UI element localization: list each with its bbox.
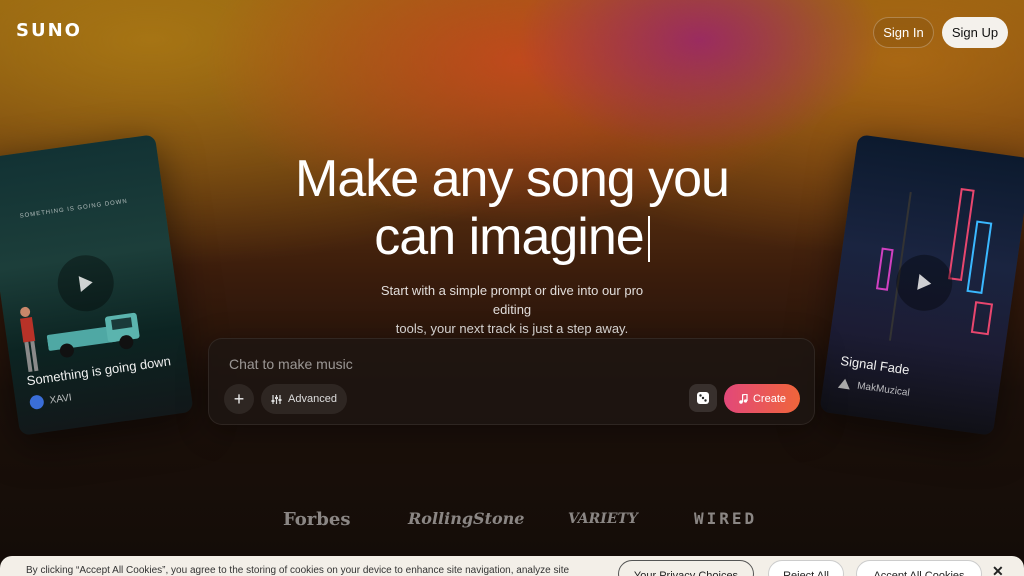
privacy-choices-button[interactable]: Your Privacy Choices <box>618 560 754 576</box>
featured-song-card-left[interactable]: SOMETHING IS GOING DOWN Something is goi… <box>0 134 194 436</box>
cookie-notice-text: By clicking “Accept All Cookies”, you ag… <box>26 565 570 576</box>
card-artist-name: XAVI <box>48 391 73 406</box>
prompt-input[interactable]: Chat to make music <box>229 356 353 372</box>
accept-all-cookies-button[interactable]: Accept All Cookies <box>856 560 982 576</box>
cookie-banner: By clicking “Accept All Cookies”, you ag… <box>0 556 1024 576</box>
advanced-button[interactable]: Advanced <box>261 384 347 414</box>
advanced-label: Advanced <box>288 393 337 405</box>
create-button[interactable]: Create <box>724 384 800 413</box>
sign-up-button[interactable]: Sign Up <box>942 17 1008 48</box>
play-button[interactable] <box>54 251 118 315</box>
play-icon <box>78 276 93 292</box>
wired-logo: WIRED <box>694 509 758 528</box>
typing-caret <box>647 216 650 262</box>
sliders-icon <box>271 394 282 404</box>
variety-logo: VARIETY <box>568 511 638 527</box>
reject-all-button[interactable]: Reject All <box>768 560 844 576</box>
hero-title-line-2: can imagine <box>374 208 644 266</box>
card-cover-caption: SOMETHING IS GOING DOWN <box>19 198 129 220</box>
random-prompt-button[interactable] <box>689 384 717 412</box>
add-button[interactable]: + <box>224 384 254 414</box>
create-label: Create <box>752 392 787 405</box>
sign-in-button[interactable]: Sign In <box>873 17 934 48</box>
featured-song-card-right[interactable]: Signal Fade MakMuzical <box>819 134 1024 436</box>
cover-figure-illustration <box>20 306 39 373</box>
forbes-logo: Forbes <box>283 509 351 530</box>
hero-title: Make any song you can imagine <box>212 150 812 266</box>
play-icon <box>917 274 932 290</box>
close-icon[interactable]: ✕ <box>992 563 1004 576</box>
dice-icon <box>697 392 709 404</box>
hero-title-line-1: Make any song you <box>295 150 730 208</box>
prompt-composer[interactable]: Chat to make music + Advanced Create <box>208 338 815 425</box>
card-song-title[interactable]: Something is going down <box>26 353 172 388</box>
plus-icon: + <box>233 388 245 409</box>
rolling-stone-logo: RollingStone <box>408 509 525 528</box>
hero-subtitle: Start with a simple prompt or dive into … <box>362 281 662 338</box>
hero-subtitle-line-2: tools, your next track is just a step aw… <box>395 321 629 336</box>
suno-logo[interactable]: SUNO <box>16 20 82 41</box>
top-nav: SUNO Sign In Sign Up <box>0 0 1024 64</box>
artist-avatar <box>28 394 45 411</box>
artist-avatar <box>837 378 850 390</box>
music-note-icon <box>739 393 748 404</box>
press-logos: Forbes RollingStone VARIETY WIRED <box>270 505 790 533</box>
cover-truck-illustration <box>46 312 140 358</box>
hero-subtitle-line-1: Start with a simple prompt or dive into … <box>380 283 644 317</box>
card-artist[interactable]: XAVI <box>28 390 73 411</box>
